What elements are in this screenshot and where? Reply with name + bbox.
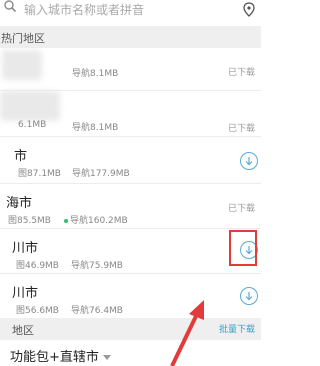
download-button[interactable] xyxy=(240,287,258,305)
download-icon xyxy=(245,292,253,301)
hot-regions-header: 热门地区 xyxy=(0,26,261,48)
city-name: 市 xyxy=(14,149,28,164)
regions-header: 地区 批量下载 xyxy=(0,318,261,340)
map-size: 图87.1MB xyxy=(18,169,61,179)
highlight-box xyxy=(229,230,257,266)
city-name: 海市 xyxy=(6,196,33,211)
nav-size: 导航75.9MB xyxy=(71,261,123,271)
province-name: 功能包+直辖市 xyxy=(10,346,111,365)
batch-download-link[interactable]: 批量下载 xyxy=(219,322,255,335)
city-row[interactable]: 川市 图46.9MB 导航75.9MB xyxy=(0,229,261,273)
section-title: 热门地区 xyxy=(1,32,45,45)
section-title: 地区 xyxy=(12,324,34,337)
search-input[interactable] xyxy=(24,0,224,20)
map-size: 图46.9MB xyxy=(16,261,59,271)
downloaded-label: 已下载 xyxy=(227,68,255,78)
nav-size: 导航76.4MB xyxy=(71,306,123,316)
city-row[interactable]: 海市 图85.5MB 导航160.2MB 已下载 xyxy=(0,184,261,228)
map-size: 6.1MB xyxy=(18,120,47,130)
nav-size: 导航8.1MB xyxy=(72,123,119,133)
city-row[interactable]: 6.1MB 导航8.1MB 已下载 xyxy=(0,91,261,136)
nav-size: 导航177.9MB xyxy=(72,169,130,179)
city-row[interactable]: 导航8.1MB 已下载 xyxy=(0,48,261,90)
province-row[interactable]: 功能包+直辖市 xyxy=(0,340,261,366)
red-arrow-annotation xyxy=(170,300,204,366)
city-name: 川市 xyxy=(12,241,39,256)
nav-size: 导航160.2MB xyxy=(70,216,128,226)
map-size: 图85.5MB xyxy=(8,216,51,226)
locate-icon[interactable] xyxy=(240,1,258,19)
nav-size: 导航8.1MB xyxy=(72,69,119,79)
search-icon xyxy=(4,0,17,13)
download-button[interactable] xyxy=(240,152,258,170)
update-dot xyxy=(64,218,68,223)
city-row[interactable]: 川市 图56.6MB 导航76.4MB xyxy=(0,274,261,318)
city-row[interactable]: 市 图87.1MB 导航177.9MB xyxy=(0,137,261,183)
download-icon xyxy=(245,157,253,166)
city-name: 川市 xyxy=(12,286,39,301)
nav-size-wrap: 导航160.2MB xyxy=(64,213,128,226)
search-bar xyxy=(0,0,261,22)
expand-triangle-icon xyxy=(102,355,111,360)
downloaded-label: 已下载 xyxy=(227,124,255,134)
downloaded-label: 已下载 xyxy=(227,204,255,214)
map-size: 图56.6MB xyxy=(16,306,59,316)
